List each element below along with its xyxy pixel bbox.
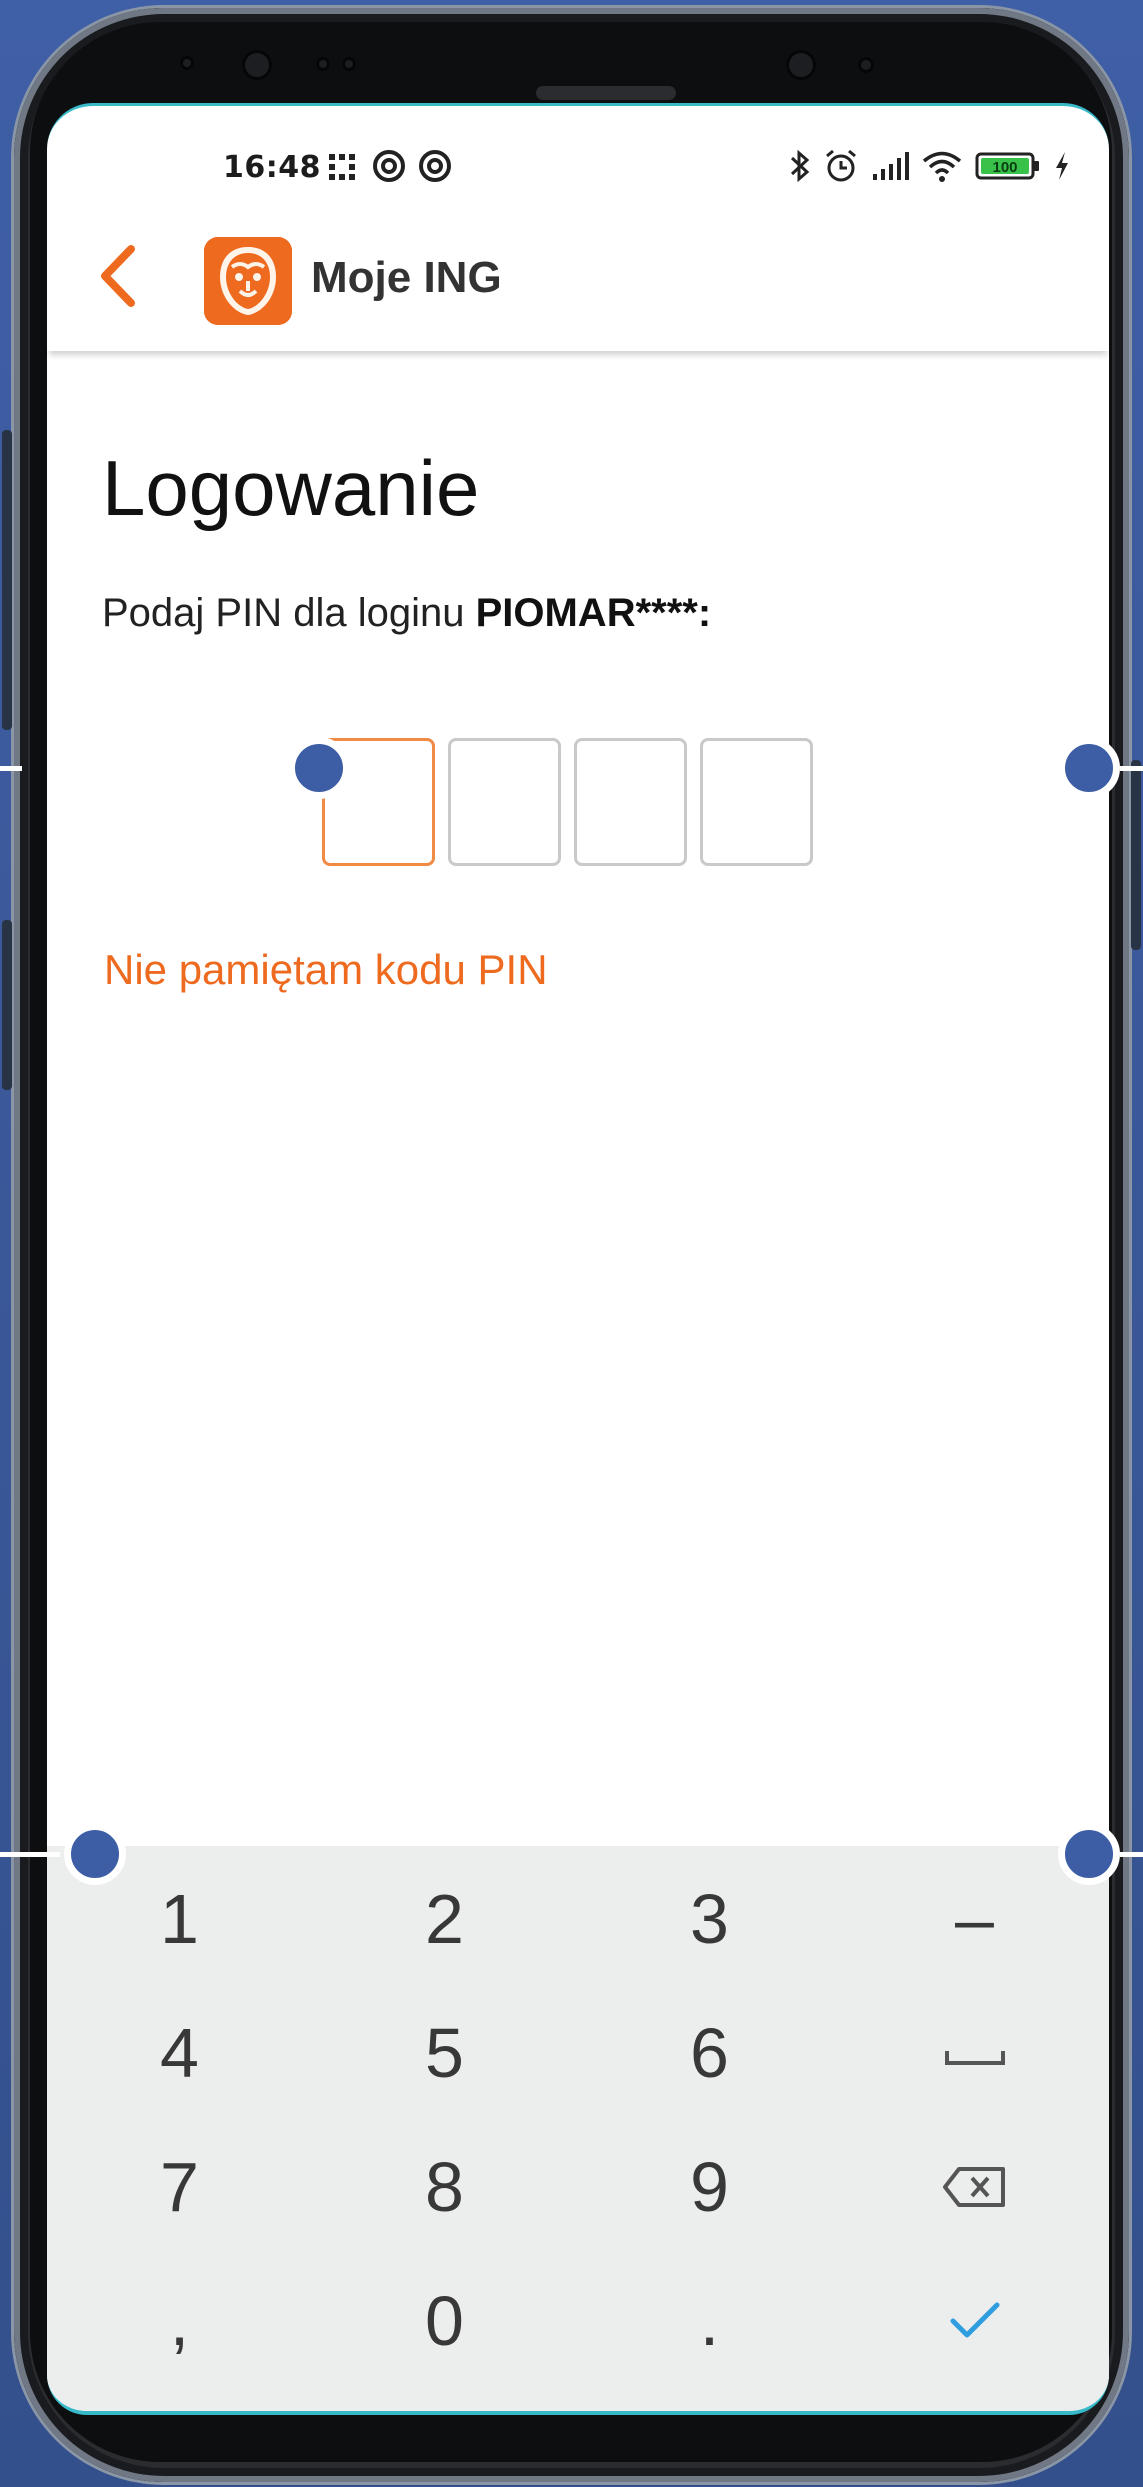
key-7[interactable]: 7 (47, 2120, 312, 2254)
ing-lion-logo (204, 237, 292, 325)
front-camera-icon (242, 50, 272, 80)
key-backspace[interactable] (842, 2120, 1107, 2254)
signal-icon (873, 152, 909, 180)
earpiece (536, 86, 676, 100)
key-4[interactable]: 4 (47, 1986, 312, 2120)
status-icons-left (325, 148, 453, 184)
volume-button (2, 430, 12, 730)
numeric-keyboard: 1 2 3 – 4 5 6 7 8 9 , 0 . (47, 1846, 1109, 2411)
overlay-line (0, 1852, 60, 1857)
key-9[interactable]: 9 (577, 2120, 842, 2254)
pin-digit-field[interactable] (700, 738, 813, 866)
sync-icon (373, 150, 405, 182)
forgot-pin-link[interactable]: Nie pamiętam kodu PIN (104, 946, 548, 994)
notification-grid-icon (329, 154, 355, 180)
overlay-dot (288, 737, 350, 799)
status-icons-right: 100 (789, 148, 1071, 184)
overlay-dot (64, 1823, 126, 1885)
key-6[interactable]: 6 (577, 1986, 842, 2120)
wifi-icon (922, 151, 962, 182)
pin-prompt: Podaj PIN dla loginu PIOMAR****: (102, 591, 711, 636)
overlay-line (1120, 766, 1143, 771)
overlay-dot (1058, 1823, 1120, 1885)
pin-input-group (322, 738, 813, 866)
key-comma[interactable]: , (47, 2254, 312, 2388)
key-enter[interactable] (842, 2254, 1107, 2388)
phone-screen: 16:48 100 Moje ING Logowanie Podaj PIN d… (47, 103, 1109, 2415)
sensor-icon (342, 57, 356, 71)
space-icon (944, 2051, 1005, 2065)
pin-digit-field[interactable] (574, 738, 687, 866)
front-camera-icon (786, 50, 816, 80)
overlay-line (1120, 1852, 1143, 1857)
key-3[interactable]: 3 (577, 1852, 842, 1986)
pin-digit-field[interactable] (448, 738, 561, 866)
page-title: Logowanie (102, 444, 480, 532)
status-time: 16:48 (223, 150, 321, 185)
checkmark-icon (950, 2302, 999, 2338)
battery-icon: 100 (975, 152, 1039, 180)
pin-prompt-text: Podaj PIN dla loginu (102, 591, 476, 635)
side-button (1131, 760, 1141, 950)
sync-icon (419, 150, 451, 182)
key-5[interactable]: 5 (312, 1986, 577, 2120)
app-bar: Moje ING (47, 201, 1109, 351)
key-8[interactable]: 8 (312, 2120, 577, 2254)
chevron-left-icon[interactable] (91, 241, 151, 311)
bluetooth-icon (790, 149, 810, 183)
status-bar: 16:48 100 (47, 106, 1109, 201)
key-0[interactable]: 0 (312, 2254, 577, 2388)
sensor-icon (316, 57, 330, 71)
login-name: PIOMAR****: (475, 591, 712, 635)
power-button (2, 920, 12, 1090)
sensor-icon (180, 56, 194, 70)
alarm-icon (826, 149, 856, 182)
overlay-line (0, 766, 22, 771)
key-2[interactable]: 2 (312, 1852, 577, 1986)
sensor-icon (858, 57, 874, 73)
app-title: Moje ING (311, 253, 502, 302)
battery-level: 100 (992, 159, 1017, 176)
backspace-icon (942, 2167, 1005, 2207)
charging-icon (1056, 152, 1068, 180)
key-period[interactable]: . (577, 2254, 842, 2388)
overlay-dot (1058, 737, 1120, 799)
key-space[interactable] (842, 1986, 1107, 2120)
